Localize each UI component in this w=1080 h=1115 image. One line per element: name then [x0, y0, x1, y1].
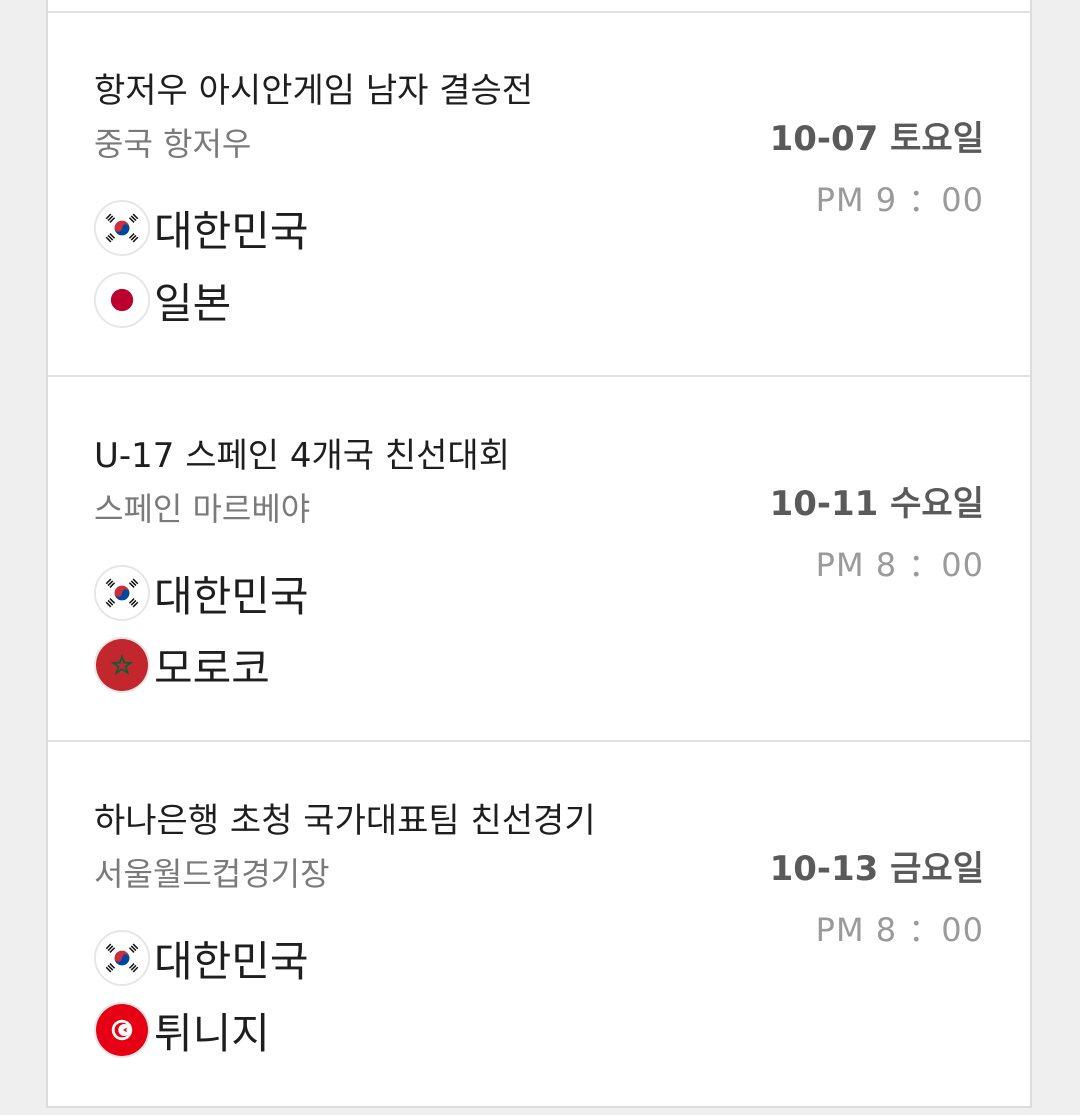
away-team: 일본	[94, 271, 231, 329]
match-item[interactable]: 하나은행 초청 국가대표팀 친선경기 서울월드컵경기장 10-13 금요일 PM…	[48, 743, 1030, 1107]
match-venue: 스페인 마르베야	[94, 490, 311, 528]
korea-flag-icon	[94, 565, 150, 621]
morocco-flag-icon	[94, 637, 150, 693]
match-item[interactable]: U-17 스페인 4개국 친선대회 스페인 마르베야 10-11 수요일 PM …	[48, 378, 1030, 742]
match-title: 하나은행 초청 국가대표팀 친선경기	[94, 801, 596, 841]
home-team: 대한민국	[94, 199, 309, 257]
team-name: 대한민국	[154, 206, 309, 256]
match-title: 항저우 아시안게임 남자 결승전	[94, 71, 534, 111]
match-date: 10-13 금요일	[769, 849, 984, 889]
match-venue: 중국 항저우	[94, 125, 252, 163]
team-name: 일본	[154, 278, 232, 328]
match-time: PM 9 ：00	[815, 181, 984, 219]
tunisia-flag-icon	[94, 1002, 150, 1058]
team-name: 모로코	[154, 643, 270, 693]
away-team: 튀니지	[94, 1001, 270, 1059]
match-schedule-list: 항저우 아시안게임 남자 결승전 중국 항저우 10-07 토요일 PM 9 ：…	[46, 0, 1032, 1108]
team-name: 튀니지	[154, 1008, 270, 1058]
match-date: 10-07 토요일	[769, 119, 984, 159]
japan-flag-icon	[94, 272, 150, 328]
match-time: PM 8 ：00	[815, 911, 984, 949]
match-venue: 서울월드컵경기장	[94, 855, 330, 893]
match-title: U-17 스페인 4개국 친선대회	[94, 436, 510, 476]
korea-flag-icon	[94, 200, 150, 256]
team-name: 대한민국	[154, 936, 309, 986]
team-name: 대한민국	[154, 571, 309, 621]
match-date: 10-11 수요일	[769, 484, 984, 524]
away-team: 모로코	[94, 636, 270, 694]
match-item[interactable]: 항저우 아시안게임 남자 결승전 중국 항저우 10-07 토요일 PM 9 ：…	[48, 13, 1030, 377]
home-team: 대한민국	[94, 929, 309, 987]
match-time: PM 8 ：00	[815, 546, 984, 584]
korea-flag-icon	[94, 930, 150, 986]
home-team: 대한민국	[94, 564, 309, 622]
